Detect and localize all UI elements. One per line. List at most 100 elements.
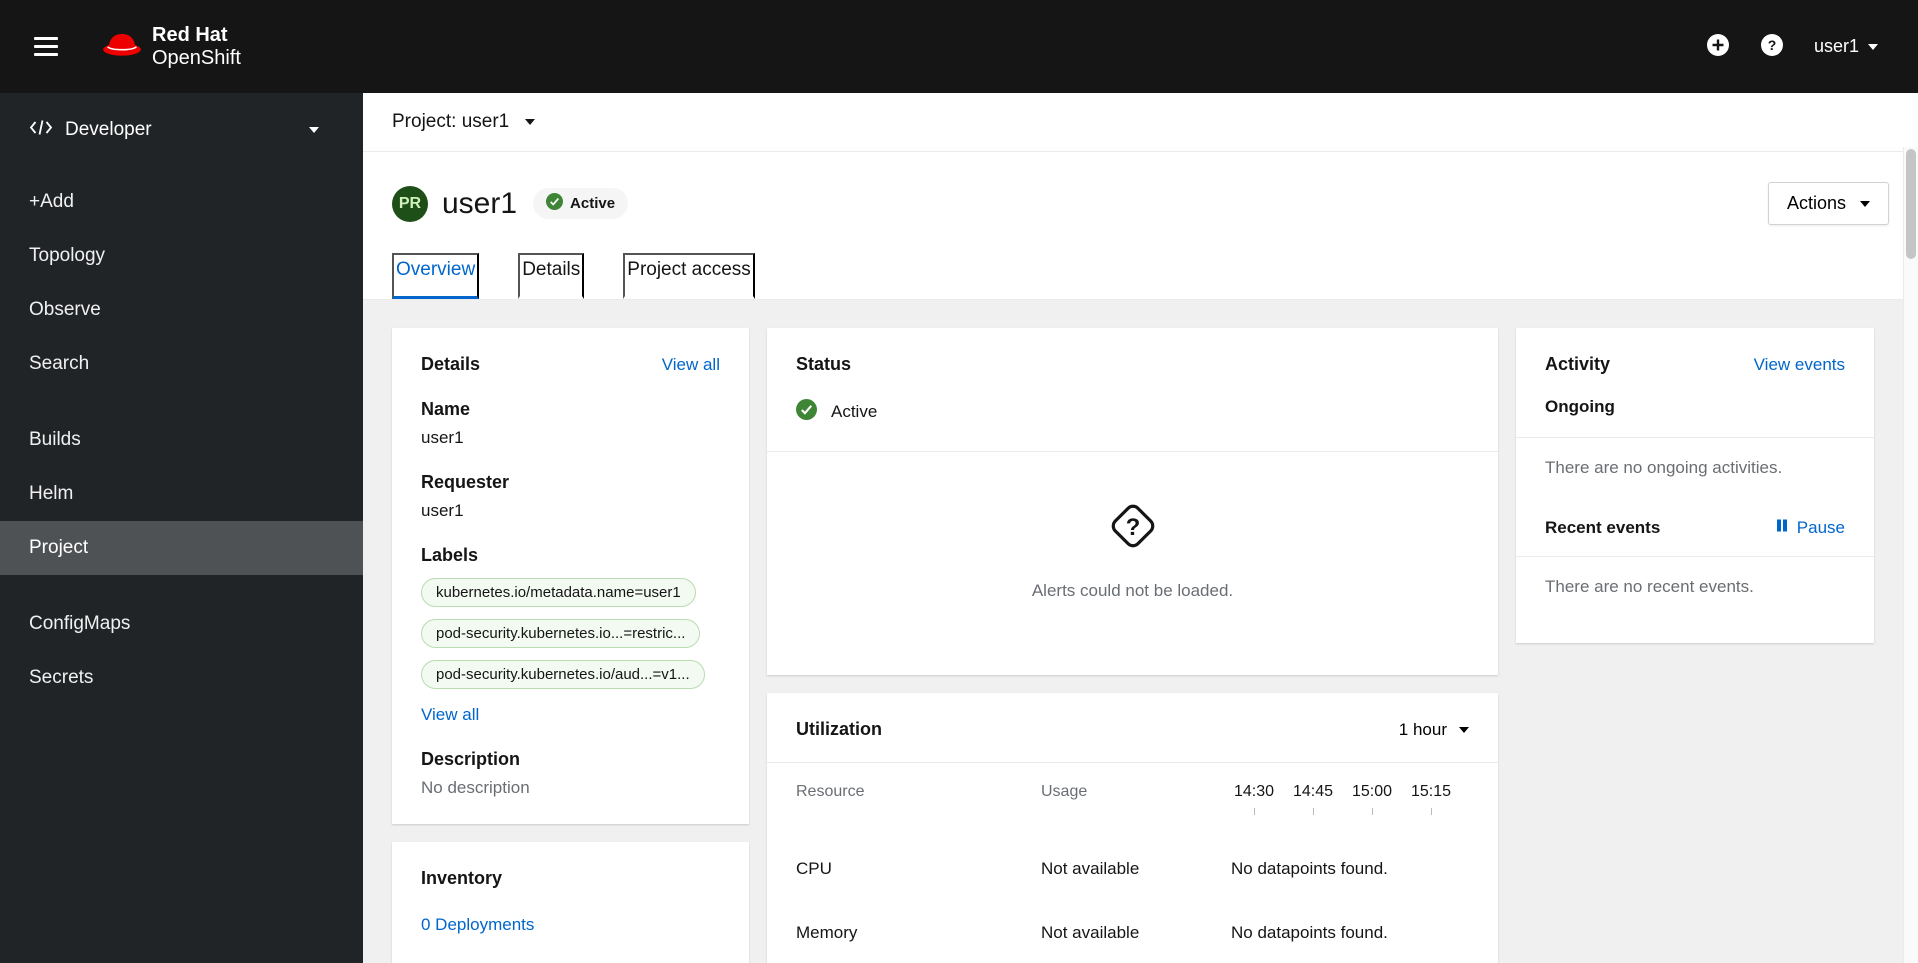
axis-tick: [1253, 808, 1255, 815]
details-card: Details View all Name user1 Requester us…: [392, 328, 749, 824]
name-label: Name: [421, 399, 471, 419]
duration-label: 1 hour: [1398, 719, 1447, 739]
scrollbar-thumb[interactable]: [1906, 149, 1916, 259]
plus-circle-icon: [1706, 33, 1730, 60]
brand-line2: OpenShift: [152, 46, 241, 69]
activity-card-title: Activity: [1545, 354, 1611, 374]
label-pill[interactable]: pod-security.kubernetes.io/aud...=v1...: [421, 660, 705, 689]
menu-toggle-button[interactable]: [26, 29, 66, 64]
axis-tick: [1371, 808, 1373, 815]
actions-dropdown[interactable]: Actions: [1767, 182, 1889, 225]
chevron-down-icon: [1459, 726, 1469, 733]
time-tick-label: 15:00: [1351, 783, 1393, 800]
perspective-label: Developer: [65, 119, 152, 140]
page-title: user1: [442, 186, 518, 220]
check-circle-icon: [546, 193, 564, 214]
tab-details[interactable]: Details: [518, 253, 585, 299]
perspective-switcher[interactable]: Developer: [0, 93, 363, 165]
user-menu[interactable]: user1: [1814, 36, 1878, 57]
resource-usage: Not available: [1041, 923, 1140, 942]
time-tick-label: 14:30: [1233, 783, 1275, 800]
pause-events-button[interactable]: Pause: [1775, 518, 1845, 538]
resource-name: CPU: [796, 859, 832, 878]
view-events-link[interactable]: View events: [1754, 355, 1845, 375]
axis-tick: [1312, 808, 1314, 815]
resource-datapoints: No datapoints found.: [1231, 859, 1388, 878]
user-menu-label: user1: [1813, 36, 1859, 56]
resource-usage: Not available: [1041, 859, 1140, 878]
inventory-deployments-link[interactable]: 0 Deployments: [421, 915, 534, 934]
sidebar-item-add[interactable]: +Add: [0, 175, 363, 229]
sidebar-item-project[interactable]: Project: [0, 521, 363, 575]
sidebar-item-observe[interactable]: Observe: [0, 283, 363, 337]
pause-label: Pause: [1796, 518, 1845, 537]
sidebar-item-search[interactable]: Search: [0, 337, 363, 391]
resource-name: Memory: [796, 923, 858, 942]
masthead: Red Hat OpenShift ? user1: [0, 0, 1918, 93]
ongoing-empty-message: There are no ongoing activities.: [1545, 458, 1783, 477]
chevron-down-icon: [1868, 43, 1878, 50]
name-value: user1: [421, 428, 464, 447]
details-view-all-link[interactable]: View all: [662, 355, 720, 375]
status-state-label: Active: [831, 402, 878, 421]
tab-overview[interactable]: Overview: [392, 253, 480, 299]
svg-text:?: ?: [1125, 514, 1140, 541]
scrollbar[interactable]: [1903, 147, 1918, 963]
add-button[interactable]: [1706, 33, 1730, 60]
description-label: Description: [421, 749, 521, 769]
tab-project-access[interactable]: Project access: [623, 253, 755, 299]
chevron-down-icon: [309, 127, 319, 133]
actions-label: Actions: [1786, 193, 1846, 213]
project-selector-label: Project: user1: [392, 111, 510, 132]
chevron-down-icon: [1860, 200, 1870, 207]
main-content: Project: user1 PR user1 Active Actions O…: [363, 93, 1918, 963]
pause-icon: [1775, 518, 1789, 538]
recent-empty-message: There are no recent events.: [1545, 577, 1754, 596]
brand-line1: Red Hat: [152, 24, 228, 47]
tab-bar: Overview Details Project access: [392, 253, 1889, 299]
time-tick-label: 15:15: [1410, 783, 1452, 800]
requester-label: Requester: [421, 472, 510, 492]
time-tick-label: 14:45: [1292, 783, 1334, 800]
redhat-hat-icon: [102, 29, 142, 64]
check-circle-icon: [796, 399, 817, 425]
ongoing-label: Ongoing: [1545, 397, 1615, 416]
inventory-card: Inventory 0 Deployments: [392, 842, 749, 963]
details-card-title: Details: [421, 354, 481, 374]
resource-datapoints: No datapoints found.: [1231, 923, 1388, 942]
requester-value: user1: [421, 501, 464, 520]
help-icon: ?: [1760, 33, 1784, 60]
help-button[interactable]: ?: [1760, 33, 1784, 60]
status-card-title: Status: [796, 354, 852, 374]
project-resource-badge: PR: [392, 185, 428, 222]
utilization-card: Utilization 1 hour Resource Usage 14:30 …: [767, 693, 1498, 963]
project-selector[interactable]: Project: user1: [363, 93, 1918, 152]
question-diamond-icon: ?: [1103, 496, 1163, 561]
status-badge: Active: [533, 188, 629, 219]
svg-text:?: ?: [1768, 37, 1777, 53]
label-pill[interactable]: kubernetes.io/metadata.name=user1: [421, 578, 696, 607]
inventory-card-title: Inventory: [421, 868, 503, 888]
sidebar-nav: Developer +Add Topology Observe Search B…: [0, 93, 363, 963]
status-badge-label: Active: [570, 195, 616, 212]
utilization-card-title: Utilization: [796, 719, 882, 739]
resource-column-header: Resource: [796, 783, 865, 800]
description-value: No description: [421, 778, 530, 797]
alerts-empty-message: Alerts could not be loaded.: [1031, 581, 1234, 600]
sidebar-item-helm[interactable]: Helm: [0, 467, 363, 521]
labels-label: Labels: [421, 545, 479, 565]
duration-dropdown[interactable]: 1 hour: [1399, 720, 1469, 740]
usage-column-header: Usage: [1041, 783, 1088, 800]
recent-events-label: Recent events: [1545, 518, 1661, 537]
brand-logo: Red Hat OpenShift: [102, 24, 241, 69]
time-axis: 14:30 14:45 15:00 15:15: [1231, 763, 1469, 815]
sidebar-item-builds[interactable]: Builds: [0, 413, 363, 467]
axis-tick: [1430, 808, 1432, 815]
sidebar-item-configmaps[interactable]: ConfigMaps: [0, 597, 363, 651]
code-icon: [29, 119, 53, 141]
labels-view-all-link[interactable]: View all: [421, 705, 479, 725]
sidebar-item-topology[interactable]: Topology: [0, 229, 363, 283]
sidebar-item-secrets[interactable]: Secrets: [0, 651, 363, 705]
activity-card: Activity View events Ongoing There are n…: [1516, 328, 1874, 643]
label-pill[interactable]: pod-security.kubernetes.io...=restric...: [421, 619, 701, 648]
